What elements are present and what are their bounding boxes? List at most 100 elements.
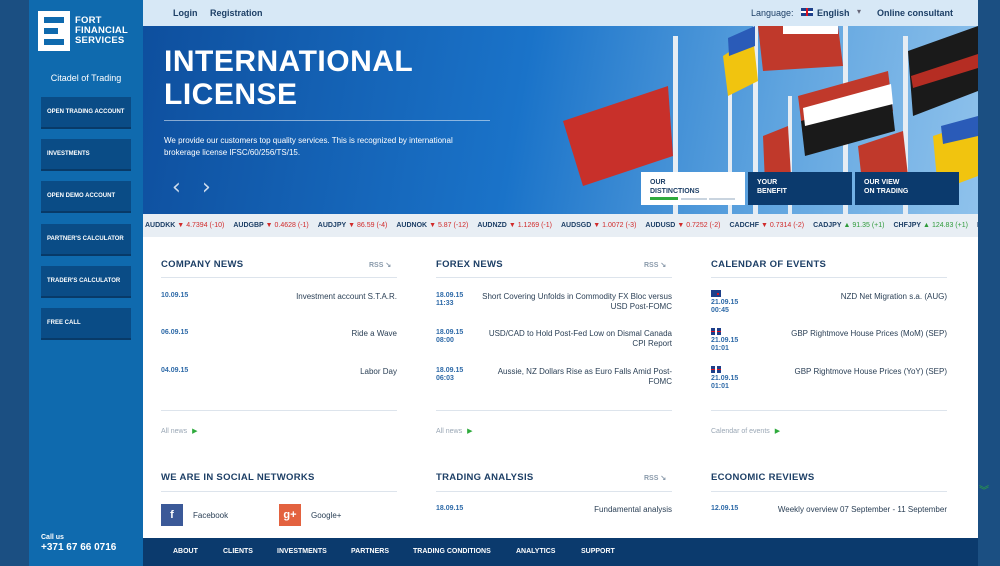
ticker-item[interactable]: AUDNOK ▼ 5.87 (-12) (396, 222, 468, 229)
ticker-item[interactable]: AUDNZD ▼ 1.1269 (-1) (477, 222, 552, 229)
logo-line-3: SERVICES (75, 35, 125, 46)
nav-investments[interactable]: INVESTMENTS (277, 548, 327, 555)
main-content: COMPANY NEWS RSS ↘ 10.09.15 Investment a… (143, 237, 978, 538)
event-link[interactable]: NZD Net Migration s.a. (AUG) (753, 292, 947, 302)
rss-label: RSS (369, 262, 384, 269)
ticker-symbol: AUDDKK (145, 222, 176, 229)
logo-mark-icon (38, 11, 70, 51)
ticker-item[interactable]: AUDUSD ▼ 0.7252 (-2) (645, 222, 720, 229)
forex-date-day: 18.09.15 (436, 367, 464, 374)
all-news-label: All news (161, 428, 188, 435)
event-link[interactable]: GBP Rightmove House Prices (YoY) (SEP) (753, 367, 947, 377)
ticker-value: 0.4628 (-1) (274, 222, 309, 229)
traders-calculator-button[interactable]: TRADER'S CALCULATOR (41, 266, 131, 298)
open-trading-account-button[interactable]: OPEN TRADING ACCOUNT (41, 97, 131, 129)
news-link[interactable]: Labor Day (203, 367, 397, 377)
quotes-ticker: AUDDKK ▼ 4.7394 (-10) AUDGBP ▼ 0.4628 (-1… (143, 214, 978, 237)
forex-date-time: 06:03 (436, 375, 454, 382)
forex-news-link[interactable]: Aussie, NZ Dollars Rise as Euro Falls Am… (478, 367, 672, 387)
all-company-news-link[interactable]: All news ▶ (161, 427, 197, 435)
slider-next-icon[interactable]: › (202, 175, 211, 200)
review-date: 12.09.15 (711, 505, 739, 512)
forex-date-day: 18.09.15 (436, 329, 464, 336)
banner-title: INTERNATIONAL LICENSE (164, 45, 413, 111)
all-events-link[interactable]: Calendar of events ▶ (711, 427, 780, 435)
event-date-time: 01:01 (711, 383, 729, 390)
trading-analysis-rss-link[interactable]: RSS ↘ (644, 474, 666, 482)
arrow-down-icon: ▼ (348, 222, 356, 229)
slider-prev-icon[interactable]: ‹ (172, 175, 181, 200)
analysis-link[interactable]: Fundamental analysis (478, 505, 672, 515)
ticker-item[interactable]: AUDSGD ▼ 1.0072 (-3) (561, 222, 636, 229)
analysis-date: 18.09.15 (436, 505, 464, 512)
sidebar: FORT FINANCIAL SERVICES Citadel of Tradi… (29, 0, 143, 566)
arrow-right-icon: ▶ (774, 428, 781, 435)
top-bar: Login Registration Language: English ▾ O… (143, 0, 978, 26)
tab-label: DISTINCTIONS (650, 188, 700, 195)
event-date-time: 01:01 (711, 345, 729, 352)
trading-analysis-title: TRADING ANALYSIS (436, 472, 534, 483)
news-date: 06.09.15 (161, 329, 189, 336)
free-call-button[interactable]: FREE CALL (41, 308, 131, 340)
tab-our-distinctions[interactable]: OUR DISTINCTIONS (641, 172, 745, 205)
tab-label: BENEFIT (757, 188, 787, 195)
facebook-icon[interactable]: f (161, 504, 183, 526)
banner-title-line-1: INTERNATIONAL (164, 45, 414, 78)
ticker-item[interactable]: EURAUD ▲ 1.5721 (+ (977, 222, 978, 229)
tagline: Citadel of Trading (50, 73, 122, 83)
rss-label: RSS (644, 475, 659, 482)
company-news-rss-link[interactable]: RSS ↘ (369, 261, 391, 269)
tab-our-view-on-trading[interactable]: OUR VIEW ON TRADING (855, 172, 959, 205)
ticker-symbol: CHFJPY (893, 222, 922, 229)
registration-link[interactable]: Registration (210, 8, 263, 18)
news-link[interactable]: Ride a Wave (203, 329, 398, 339)
rss-label: RSS (644, 262, 659, 269)
news-link[interactable]: Investment account S.T.A.R. (203, 292, 397, 302)
tab-your-benefit[interactable]: YOUR BENEFIT (748, 172, 852, 205)
investments-button[interactable]: INVESTMENTS (41, 139, 131, 171)
tab-progress-dot (709, 198, 735, 200)
nav-partners[interactable]: PARTNERS (351, 548, 389, 555)
nav-trading-conditions[interactable]: TRADING CONDITIONS (413, 548, 491, 555)
partners-calculator-button[interactable]: PARTNER'S CALCULATOR (41, 224, 131, 256)
news-date: 10.09.15 (161, 292, 189, 299)
logo[interactable]: FORT FINANCIAL SERVICES (38, 10, 138, 52)
nav-analytics[interactable]: ANALYTICS (516, 548, 555, 555)
event-date: 21.09.15 01:01 (711, 337, 738, 353)
ticker-value: 124.83 (+1) (931, 222, 968, 229)
nav-clients[interactable]: CLIENTS (223, 548, 253, 555)
all-forex-news-link[interactable]: All news ▶ (436, 427, 472, 435)
ticker-item[interactable]: CHFJPY ▲ 124.83 (+1) (893, 222, 967, 229)
ticker-item[interactable]: AUDJPY ▼ 86.59 (-4) (318, 222, 388, 229)
nav-support[interactable]: SUPPORT (581, 548, 615, 555)
call-us-block: Call us +371 67 66 0716 (41, 534, 116, 553)
online-consultant-link[interactable]: Online consultant (877, 8, 953, 18)
login-link[interactable]: Login (173, 8, 198, 18)
forex-news-link[interactable]: USD/CAD to Hold Post-Fed Low on Dismal C… (478, 329, 672, 349)
ticker-symbol: AUDNOK (396, 222, 428, 229)
google-plus-link[interactable]: Google+ (311, 511, 341, 520)
language-select[interactable]: English (817, 8, 850, 18)
ticker-value: 1.1269 (-1) (517, 222, 552, 229)
nav-about[interactable]: ABOUT (173, 548, 198, 555)
forex-news-rss-link[interactable]: RSS ↘ (644, 261, 666, 269)
google-plus-icon[interactable]: g+ (279, 504, 301, 526)
event-link[interactable]: GBP Rightmove House Prices (MoM) (SEP) (753, 329, 947, 339)
arrow-down-icon: ▼ (677, 222, 685, 229)
forex-news-link[interactable]: Short Covering Unfolds in Commodity FX B… (478, 292, 672, 312)
ticker-item[interactable]: AUDDKK ▼ 4.7394 (-10) (145, 222, 224, 229)
open-demo-account-button[interactable]: OPEN DEMO ACCOUNT (41, 181, 131, 213)
arrow-down-icon: ▼ (593, 222, 601, 229)
arrow-right-icon: ▶ (467, 428, 473, 435)
facebook-link[interactable]: Facebook (193, 511, 228, 520)
forex-date: 18.09.15 06:03 (436, 367, 463, 383)
company-news-title: COMPANY NEWS (161, 259, 244, 270)
ticker-item[interactable]: CADJPY ▲ 91.35 (+1) (813, 222, 884, 229)
review-link[interactable]: Weekly overview 07 September - 11 Septem… (753, 505, 947, 515)
ticker-item[interactable]: AUDGBP ▼ 0.4628 (-1) (233, 222, 308, 229)
chevron-down-icon[interactable]: ▾ (857, 7, 861, 16)
scroll-down-icon[interactable]: ︾ (975, 482, 993, 504)
ticker-item[interactable]: CADCHF ▼ 0.7314 (-2) (729, 222, 804, 229)
phone-number[interactable]: +371 67 66 0716 (41, 542, 116, 553)
divider (711, 277, 947, 278)
